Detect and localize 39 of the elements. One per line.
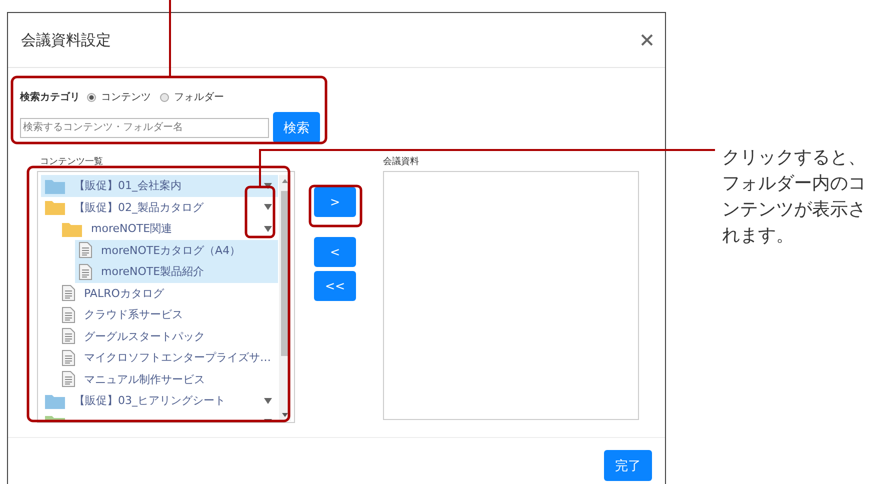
document-icon (62, 371, 75, 388)
file-row[interactable]: グーグルスタートパック (58, 326, 278, 347)
folder-row[interactable]: 【販促】01_会社案内 (41, 175, 278, 196)
document-icon (79, 242, 92, 258)
file-row[interactable]: マニュアル制作サービス (58, 368, 278, 390)
search-button[interactable]: 検索 (273, 112, 320, 143)
folder-row[interactable]: 【販促】02_製品カタログ (41, 196, 278, 218)
transfer-button[interactable]: > (314, 187, 356, 217)
radio-button[interactable] (87, 92, 96, 102)
file-row[interactable]: moreNOTEカタログ（A4） (75, 240, 278, 261)
file-row[interactable]: PALROカタログ (58, 282, 278, 304)
document-icon (62, 350, 75, 366)
folder-row[interactable]: moreNOTE関連 (58, 218, 278, 240)
done-button[interactable]: 完了 (604, 450, 652, 481)
radio-label: コンテンツ (101, 91, 151, 104)
file-row[interactable]: クラウド系サービス (58, 304, 278, 326)
caret-icon[interactable] (264, 398, 272, 404)
caret-icon[interactable] (264, 204, 272, 210)
search-field[interactable]: 検索するコンテンツ・フォルダー名 (20, 118, 269, 138)
materials-label: 会議資料 (383, 156, 420, 169)
close-icon[interactable] (641, 34, 653, 46)
contents-list-label: コンテンツ一覧 (40, 156, 104, 169)
document-icon (62, 306, 75, 323)
file-row[interactable]: マイクロソフトエンタープライズサ… (58, 347, 278, 368)
folder-row[interactable]: 【販促】03_ヒアリングシート (41, 390, 278, 412)
caret-icon[interactable] (264, 182, 272, 189)
transfer-button[interactable]: << (314, 271, 356, 301)
transfer-button[interactable]: < (314, 237, 356, 267)
radio-button[interactable] (160, 92, 169, 102)
file-row[interactable]: moreNOTE製品紹介 (75, 261, 278, 282)
caret-icon[interactable] (264, 226, 272, 232)
document-icon (62, 285, 75, 302)
document-icon (62, 328, 75, 344)
radio-label: フォルダー (174, 91, 224, 104)
search-category-label: 検索カテゴリ (20, 90, 80, 104)
callout-frame (308, 184, 362, 228)
document-icon (79, 264, 92, 280)
annotation-text: クリックすると、フォルダー内のコンテンツが表示されます。 (722, 146, 866, 248)
dialog-title: 会議資料設定 (21, 30, 111, 50)
